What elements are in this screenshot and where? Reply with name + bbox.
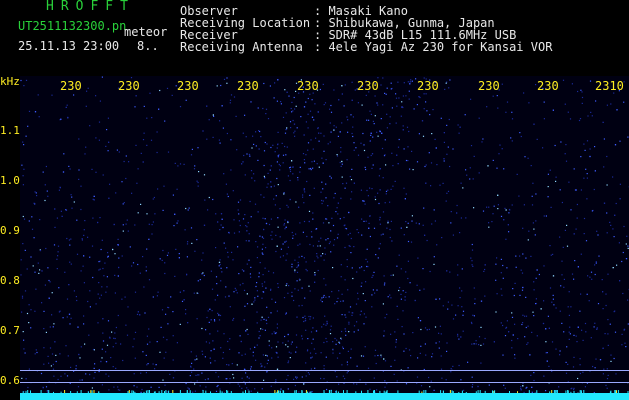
x-tick: 230 xyxy=(177,79,199,93)
y-tick: 0.7 xyxy=(0,324,20,337)
noise-floor-band xyxy=(20,390,629,400)
count-value: 8.. xyxy=(137,39,159,53)
x-tick: 230 xyxy=(237,79,259,93)
x-tick: 230 xyxy=(118,79,140,93)
y-tick: 0.6 xyxy=(0,374,20,387)
y-tick: 0.9 xyxy=(0,224,20,237)
x-tick: 230 xyxy=(537,79,559,93)
x-tick: 230 xyxy=(478,79,500,93)
spectrogram-plot xyxy=(20,76,629,400)
y-axis-unit: kHz xyxy=(0,75,20,88)
x-tick: 230 xyxy=(357,79,379,93)
x-tick: 230 xyxy=(417,79,439,93)
spectrogram-canvas xyxy=(20,76,629,400)
file-name: UT2511132300.pn xyxy=(18,19,127,33)
hrofft-window: HROFFT UT2511132300.pn meteor 25.11.13 2… xyxy=(0,0,629,400)
app-title: HROFFT xyxy=(46,0,135,14)
date-time: 25.11.13 23:00 xyxy=(18,39,120,53)
y-tick: 0.8 xyxy=(0,274,20,287)
reference-line-lower xyxy=(20,382,629,383)
antenna-value: : 4ele Yagi Az 230 for Kansai VOR xyxy=(314,40,553,54)
y-tick: 1.1 xyxy=(0,124,20,137)
reference-line-upper xyxy=(20,370,629,371)
antenna-label: Receiving Antenna xyxy=(180,40,303,54)
y-tick: 1.0 xyxy=(0,174,20,187)
meteor-label: meteor xyxy=(124,25,168,39)
x-tick: 230 xyxy=(60,79,82,93)
x-tick: 2310 xyxy=(595,79,624,93)
x-tick: 230 xyxy=(297,79,319,93)
